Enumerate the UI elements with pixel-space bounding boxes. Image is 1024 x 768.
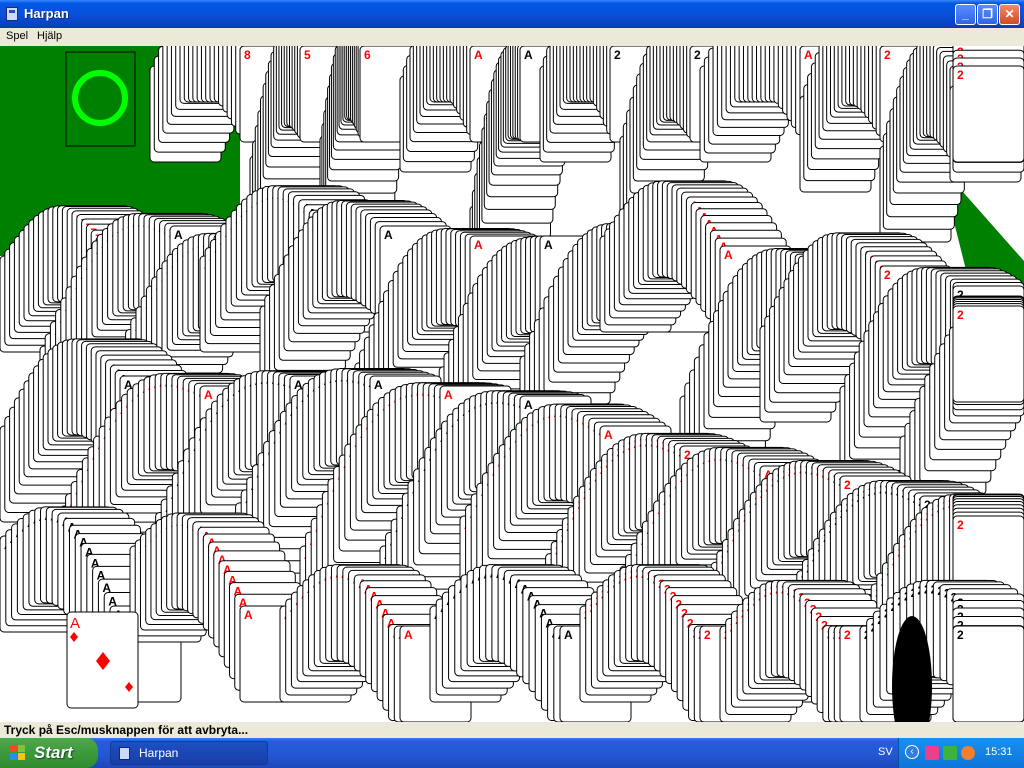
tray-security-icon[interactable] xyxy=(943,746,957,760)
card-rank: 2 xyxy=(844,478,851,492)
card-rank: A xyxy=(564,628,573,642)
card-rank: A xyxy=(174,228,183,242)
game-board[interactable]: 8888888888888888888888555555555555555555… xyxy=(0,46,1024,722)
card-rank: 2 xyxy=(884,268,891,282)
card-cascade: 8888888888888888888888555555555555555555… xyxy=(0,46,1024,722)
card-rank: A xyxy=(804,48,813,62)
status-bar: Tryck på Esc/musknappen för att avbryta.… xyxy=(0,722,1024,738)
window-app-icon[interactable] xyxy=(6,7,18,21)
card-rank: A xyxy=(724,248,733,262)
card-rank: 2 xyxy=(957,518,964,532)
card-rank: A xyxy=(204,388,213,402)
featured-card: A xyxy=(66,611,139,709)
window-title: Harpan xyxy=(24,6,69,21)
card-rank: A xyxy=(374,378,383,392)
start-button[interactable]: Start xyxy=(0,738,98,768)
card-rank: A xyxy=(444,388,453,402)
card-rank: 2 xyxy=(957,628,964,642)
language-indicator[interactable]: SV xyxy=(878,746,893,758)
featured-card-rank: A xyxy=(70,615,80,632)
start-label: Start xyxy=(34,743,73,762)
window-app-icon xyxy=(119,747,130,760)
card-rank: 2 xyxy=(957,68,964,82)
taskbar-item-harpan[interactable]: Harpan xyxy=(110,741,268,765)
card-rank: 2 xyxy=(957,308,964,322)
card-rank: 8 xyxy=(244,48,251,62)
card-rank: 2 xyxy=(884,48,891,62)
card-rank: 2 xyxy=(844,628,851,642)
card-rank: A xyxy=(604,428,613,442)
foundation-slot[interactable] xyxy=(65,51,136,147)
tray-chevron-icon[interactable]: ‹ xyxy=(905,745,919,759)
card-rank: 2 xyxy=(694,48,701,62)
tray-volume-icon[interactable] xyxy=(961,746,975,760)
card-trail: 2222222222222222222222 xyxy=(949,46,1024,183)
maximize-button[interactable]: ❐ xyxy=(977,4,998,25)
status-message: Tryck på Esc/musknappen för att avbryta.… xyxy=(4,723,249,737)
card-rank: A xyxy=(474,238,483,252)
card-rank: 2 xyxy=(614,48,621,62)
card-rank: A xyxy=(384,228,393,242)
window-title-bar[interactable]: Harpan _ ❐ ✕ xyxy=(0,0,1024,28)
clock[interactable]: 15:31 xyxy=(985,746,1013,758)
card-rank: A xyxy=(244,608,253,622)
maximize-icon: ❐ xyxy=(982,7,993,21)
menu-spel[interactable]: Spel xyxy=(6,30,28,42)
card-rank: A xyxy=(404,628,413,642)
card-rank: 5 xyxy=(304,48,311,62)
close-icon: ✕ xyxy=(1004,7,1015,21)
system-tray: ‹ 15:31 xyxy=(898,738,1024,768)
taskbar: Start Harpan SV ‹ 15:31 xyxy=(0,738,1024,768)
minimize-button[interactable]: _ xyxy=(955,4,976,25)
card-rank: A xyxy=(524,48,533,62)
minimize-icon: _ xyxy=(962,7,969,21)
card-rank: A xyxy=(544,238,553,252)
tray-network-icon[interactable] xyxy=(925,746,939,760)
close-button[interactable]: ✕ xyxy=(999,4,1020,25)
card-rank: A xyxy=(524,398,533,412)
card-rank: 2 xyxy=(704,628,711,642)
menu-bar: Spel Hjälp xyxy=(0,28,1024,46)
taskbar-item-label: Harpan xyxy=(139,746,179,760)
card-rank: 6 xyxy=(364,48,371,62)
menu-hjalp[interactable]: Hjälp xyxy=(37,30,62,42)
card-rank: A xyxy=(474,48,483,62)
bouncing-cards: 8888888888888888888888555555555555555555… xyxy=(0,46,1024,722)
windows-logo-icon xyxy=(10,745,26,761)
